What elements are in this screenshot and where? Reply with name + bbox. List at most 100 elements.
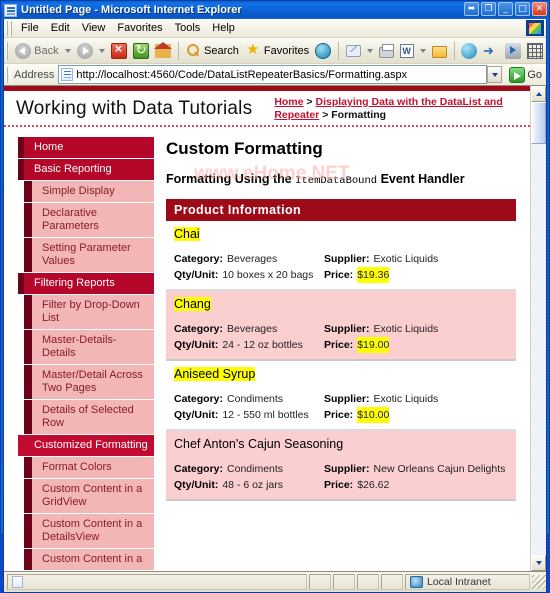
section-heading-code: ItemDataBound (295, 175, 377, 187)
back-button[interactable]: Back (12, 42, 61, 60)
status-security-zone[interactable]: Local Intranet (405, 574, 530, 590)
sidebar-item-home[interactable]: Home (24, 137, 154, 159)
sidebar-item-filter-by-drop-down-list[interactable]: Filter by Drop-Down List (32, 295, 154, 330)
home-button[interactable] (152, 43, 174, 59)
address-input[interactable]: http://localhost:4560/Code/DataListRepea… (58, 65, 487, 84)
msn-globe-icon (461, 43, 477, 59)
resize-grip[interactable] (532, 575, 546, 589)
back-button-label: Back (34, 45, 58, 57)
price-value: $26.62 (357, 477, 389, 493)
scroll-up-button[interactable] (531, 86, 546, 102)
menu-tools[interactable]: Tools (169, 20, 207, 36)
forward-history-chevron-down-icon[interactable] (99, 49, 105, 53)
scroll-down-button[interactable] (531, 555, 546, 571)
history-button[interactable] (312, 42, 334, 60)
maximize-button[interactable]: □ (515, 2, 530, 16)
sidebar-item-customized-formatting[interactable]: Customized Formatting (18, 435, 154, 457)
refresh-icon (133, 43, 149, 59)
product-row-1: Category:Condiments Supplier:New Orleans… (174, 461, 508, 477)
product-row-2: Qty/Unit:48 - 6 oz jars Price:$26.62 (174, 477, 508, 493)
product-name: Chang (174, 297, 211, 311)
sidebar-item-filtering-reports[interactable]: Filtering Reports (24, 273, 154, 295)
menu-view[interactable]: View (76, 20, 112, 36)
supplier-value: Exotic Liquids (374, 391, 439, 407)
go-arrow-icon (509, 67, 525, 83)
edit-chevron-down-icon[interactable] (420, 49, 426, 53)
browser-window: Untitled Page - Microsoft Internet Explo… (0, 0, 550, 535)
price-value: $19.00 (357, 337, 389, 353)
site-header: Working with Data Tutorials Home > Displ… (4, 91, 530, 127)
scrollbar-track[interactable] (531, 102, 546, 555)
price-label: Price: (324, 337, 353, 353)
category-label: Category: (174, 251, 223, 267)
media-button[interactable] (502, 42, 524, 60)
forward-button[interactable] (74, 42, 96, 60)
close-button[interactable]: ✕ (532, 2, 547, 16)
minimize-button[interactable]: _ (498, 2, 513, 16)
sidebar-item-details-of-selected-row[interactable]: Details of Selected Row (32, 400, 154, 435)
qty-value: 48 - 6 oz jars (222, 477, 283, 493)
page-icon (12, 576, 23, 588)
go-button[interactable]: Go (505, 67, 546, 83)
go-button-label: Go (527, 69, 542, 81)
refresh-button[interactable] (130, 42, 152, 60)
sidebar-item-setting-parameter-values[interactable]: Setting Parameter Values (32, 238, 154, 273)
restore-group-button[interactable]: ⬌ (464, 2, 479, 16)
product-name: Chef Anton's Cajun Seasoning (174, 437, 343, 451)
product-name: Aniseed Syrup (174, 367, 255, 381)
sidebar-item-custom-content-in-a-gridview[interactable]: Custom Content in a GridView (32, 479, 154, 514)
address-value: http://localhost:4560/Code/DataListRepea… (76, 69, 407, 81)
sidebar-item-master-details-details[interactable]: Master-Details-Details (32, 330, 154, 365)
address-dropdown-button[interactable] (487, 66, 502, 83)
address-gripper[interactable] (6, 67, 11, 83)
back-history-chevron-down-icon[interactable] (65, 49, 71, 53)
sidebar-item-custom-content-in-a[interactable]: Custom Content in a (32, 549, 154, 571)
search-button[interactable]: Search (182, 42, 242, 60)
chevron-down-icon (492, 73, 498, 77)
section-heading: Formatting Using the ItemDataBound Event… (166, 171, 516, 189)
vertical-scrollbar[interactable] (530, 86, 546, 571)
favorites-button[interactable]: ★ Favorites (242, 42, 312, 60)
scrollbar-thumb[interactable] (531, 102, 546, 144)
mail-button[interactable] (343, 44, 364, 58)
print-button[interactable] (376, 43, 397, 59)
list-item: Chai Category:Beverages Supplier:Exotic … (166, 221, 516, 291)
sidebar-item-declarative-parameters[interactable]: Declarative Parameters (32, 203, 154, 238)
list-item: Chang Category:Beverages Supplier:Exotic… (166, 291, 516, 361)
category-value: Beverages (227, 251, 277, 267)
sidebar-item-master-detail-across-two-pages[interactable]: Master/Detail Across Two Pages (32, 365, 154, 400)
toolbar-gripper[interactable] (6, 42, 8, 60)
sidebar-item-format-colors[interactable]: Format Colors (32, 457, 154, 479)
media-player-icon (505, 43, 521, 59)
sidebar-item-simple-display[interactable]: Simple Display (32, 181, 154, 203)
status-pane-2 (333, 574, 355, 590)
breadcrumb-home-link[interactable]: Home (274, 96, 303, 108)
page-viewport: Working with Data Tutorials Home > Displ… (4, 86, 546, 572)
windows-flag-icon (526, 20, 544, 36)
page-icon (61, 68, 73, 81)
qty-label: Qty/Unit: (174, 407, 218, 423)
msn-button[interactable] (458, 42, 480, 60)
folder-button[interactable] (429, 43, 450, 59)
sidebar-item-custom-content-in-a-detailsview[interactable]: Custom Content in a DetailsView (32, 514, 154, 549)
folder-icon (432, 46, 447, 58)
menu-edit[interactable]: Edit (45, 20, 76, 36)
menu-file[interactable]: File (15, 20, 45, 36)
messenger-button[interactable]: ➜ (480, 42, 502, 60)
menu-gripper[interactable] (6, 21, 13, 36)
qty-label: Qty/Unit: (174, 337, 218, 353)
sidebar-item-basic-reporting[interactable]: Basic Reporting (24, 159, 154, 181)
supplier-label: Supplier: (324, 321, 370, 337)
edit-word-button[interactable]: W (397, 43, 417, 59)
price-label: Price: (324, 477, 353, 493)
title-bar: Untitled Page - Microsoft Internet Explo… (1, 1, 549, 19)
mail-chevron-down-icon[interactable] (367, 49, 373, 53)
menu-help[interactable]: Help (206, 20, 241, 36)
group-window-button[interactable]: ❐ (481, 2, 496, 16)
stop-button[interactable] (108, 42, 130, 60)
menu-favorites[interactable]: Favorites (111, 20, 168, 36)
breadcrumb-separator-2: > (322, 109, 328, 121)
product-panel-header: Product Information (166, 199, 516, 221)
product-row-1: Category:Beverages Supplier:Exotic Liqui… (174, 251, 508, 267)
grid-button[interactable] (524, 42, 546, 60)
